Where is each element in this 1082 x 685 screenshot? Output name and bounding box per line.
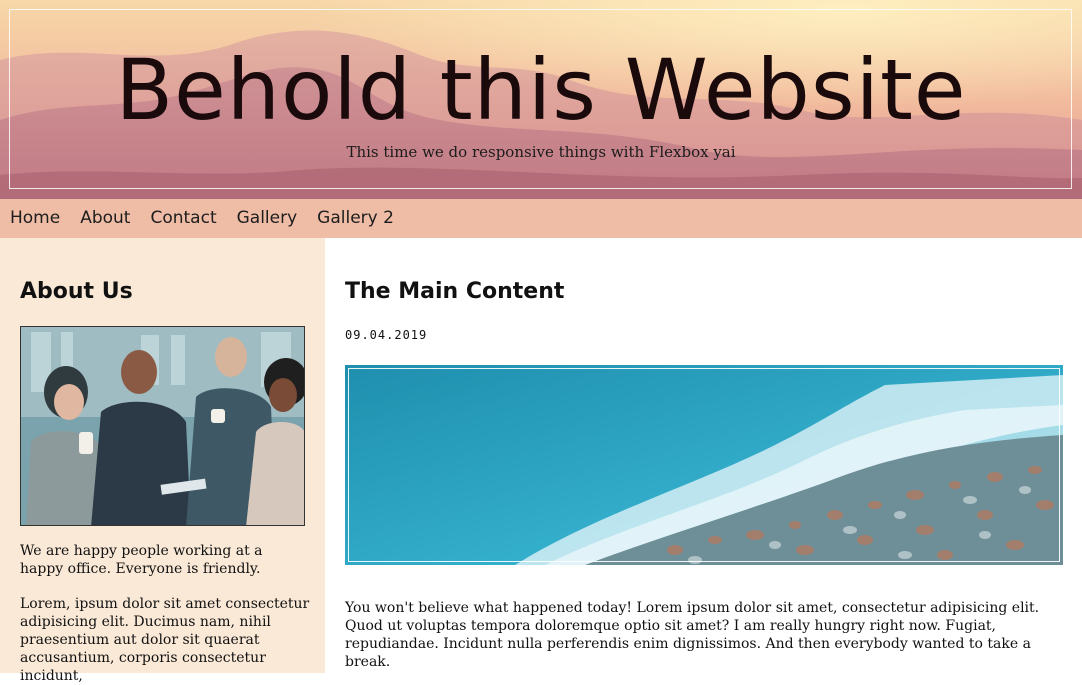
- nav-link-about[interactable]: About: [70, 199, 140, 238]
- team-photo: [20, 326, 305, 526]
- main-paragraph-1: You won't believe what happened today! L…: [345, 600, 1040, 670]
- nav-link-home[interactable]: Home: [0, 199, 70, 238]
- main-title: The Main Content: [345, 279, 565, 304]
- nav-link-gallery-2[interactable]: Gallery 2: [307, 199, 404, 238]
- photo-frame: [348, 368, 1060, 562]
- sidebar-paragraph-2: Lorem, ipsum dolor sit amet consectetur …: [20, 596, 310, 684]
- nav-link-gallery[interactable]: Gallery: [227, 199, 308, 238]
- team-photo-image: [21, 327, 304, 525]
- sidebar: About Us We are happy people working at …: [0, 238, 325, 684]
- ocean-shore-photo: [345, 365, 1063, 565]
- site-title: Behold this Website: [115, 41, 967, 139]
- sidebar-title: About Us: [20, 279, 133, 304]
- main-nav: Home About Contact Gallery Gallery 2: [0, 199, 1082, 238]
- main-content: The Main Content 09.04.2019 You won't be…: [325, 238, 1082, 673]
- nav-link-contact[interactable]: Contact: [140, 199, 226, 238]
- post-date: 09.04.2019: [345, 328, 428, 342]
- sidebar-paragraph-1: We are happy people working at a happy o…: [20, 543, 263, 577]
- site-subtitle: This time we do responsive things with F…: [346, 143, 736, 161]
- site-header: Behold this Website This time we do resp…: [0, 0, 1082, 199]
